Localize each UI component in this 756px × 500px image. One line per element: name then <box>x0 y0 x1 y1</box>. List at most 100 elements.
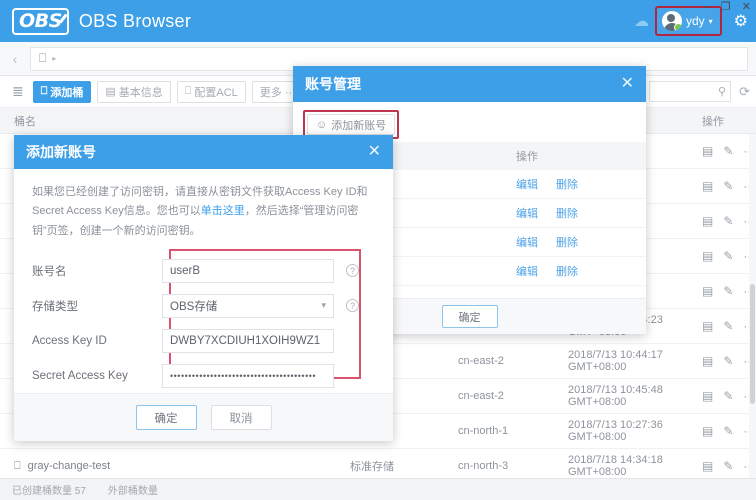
document-icon[interactable]: ▤ <box>702 389 713 403</box>
gear-icon[interactable]: ⚙ <box>734 11 748 31</box>
field-label: 存储类型 <box>32 300 78 313</box>
scrollbar-thumb[interactable] <box>750 284 755 404</box>
close-button[interactable]: ✕ <box>740 1 753 14</box>
account-ok-button[interactable]: 确定 <box>441 305 498 328</box>
document-icon[interactable]: ▤ <box>702 459 713 473</box>
edit-account-link[interactable]: 编辑 <box>516 205 538 221</box>
edit-icon[interactable]: ✎ <box>723 424 733 438</box>
status-bar: 已创建桶数量 57 外部桶数量 <box>0 478 756 500</box>
external-bucket-count: 外部桶数量 <box>107 486 158 497</box>
edit-icon[interactable]: ✎ <box>723 284 733 298</box>
field-value: DWBY7XCDIUH1XOIH9WZ1 <box>170 334 321 347</box>
vertical-scrollbar[interactable] <box>749 134 756 478</box>
edit-account-link[interactable]: 编辑 <box>516 234 538 250</box>
field-input-3[interactable]: •••••••••••••••••••••••••••••••••••••••• <box>162 363 334 388</box>
add-new-account-button[interactable]: ☺ 添加新账号 <box>307 114 396 135</box>
add-account-dialog-title: 添加新账号 <box>26 144 96 160</box>
maximize-button[interactable]: ❐ <box>719 1 733 14</box>
edit-icon[interactable]: ✎ <box>723 214 733 228</box>
edit-icon[interactable]: ✎ <box>723 249 733 263</box>
refresh-icon[interactable]: ⟳ <box>739 84 750 100</box>
add-user-icon: ☺ <box>316 118 328 131</box>
delete-account-link[interactable]: 删除 <box>556 176 578 192</box>
online-badge-icon <box>673 23 682 31</box>
edit-account-link[interactable]: 编辑 <box>516 176 538 192</box>
close-icon[interactable]: ✕ <box>621 76 634 92</box>
list-view-icon[interactable]: ≣ <box>12 83 24 100</box>
close-icon[interactable]: ✕ <box>368 144 381 160</box>
edit-icon[interactable]: ✎ <box>723 319 733 333</box>
field-value: •••••••••••••••••••••••••••••••••••••••• <box>170 370 317 381</box>
form-row: 存储类型 OBS存储? <box>32 290 375 322</box>
created-bucket-count: 已创建桶数量 57 <box>12 486 86 497</box>
document-icon[interactable]: ▤ <box>702 424 713 438</box>
edit-icon[interactable]: ✎ <box>723 389 733 403</box>
add-account-description: 如果您已经创建了访问密钥，请直接从密钥文件获取Access Key ID和Sec… <box>32 183 375 241</box>
form-row: Access Key ID DWBY7XCDIUH1XOIH9WZ1 <box>32 325 375 357</box>
cell-date: 2018/7/18 14:34:18 GMT+08:00 <box>568 454 663 478</box>
edit-icon[interactable]: ✎ <box>723 144 733 158</box>
app-title: OBS Browser <box>78 10 192 31</box>
field-label: Secret Access Key <box>32 369 128 382</box>
cell-storage-type: 标准存储 <box>350 461 394 473</box>
bucket-name-label: gray-change-test <box>27 460 111 472</box>
breadcrumb-separator-icon: ▸ <box>52 54 57 63</box>
cell-region: cn-north-3 <box>458 460 509 472</box>
basic-info-label: 基本信息 <box>118 86 163 99</box>
edit-icon[interactable]: ✎ <box>723 179 733 193</box>
account-dialog-header: 账号管理 ✕ <box>293 66 646 102</box>
confirm-button[interactable]: 确定 <box>135 405 197 430</box>
document-icon[interactable]: ▤ <box>702 214 713 228</box>
create-key-link[interactable]: 单击这里 <box>201 205 245 217</box>
cloud-upload-icon[interactable]: ☁ <box>634 12 649 30</box>
acl-icon: ⎕ <box>184 85 192 97</box>
window-controls: – ❐ ✕ <box>702 1 753 14</box>
delete-account-link[interactable]: 删除 <box>556 234 578 250</box>
avatar <box>661 11 682 31</box>
cell-date: 2018/7/13 10:27:36 GMT+08:00 <box>568 419 663 443</box>
cell-date: 2018/7/13 10:44:17 GMT+08:00 <box>568 349 663 373</box>
field-input-2[interactable]: DWBY7XCDIUH1XOIH9WZ1 <box>162 328 334 353</box>
account-dialog-title: 账号管理 <box>305 76 361 92</box>
add-account-dialog-body: 如果您已经创建了访问密钥，请直接从密钥文件获取Access Key ID和Sec… <box>14 169 393 414</box>
edit-icon[interactable]: ✎ <box>723 459 733 473</box>
help-icon[interactable]: ? <box>346 299 359 313</box>
column-header-ops: 操作 <box>702 115 724 128</box>
cell-region: cn-north-1 <box>458 425 509 437</box>
bucket-icon: ⎕ <box>39 51 47 65</box>
back-arrow-icon[interactable]: ‹ <box>0 51 30 67</box>
field-input-1[interactable]: OBS存储 <box>162 293 334 318</box>
cell-region: cn-east-2 <box>458 390 504 402</box>
app-logo: OBS OBS Browser <box>12 7 192 35</box>
document-icon[interactable]: ▤ <box>702 144 713 158</box>
basic-info-button[interactable]: ▤ 基本信息 <box>97 80 171 103</box>
help-icon[interactable]: ? <box>346 264 359 278</box>
delete-account-link[interactable]: 删除 <box>556 263 578 279</box>
info-icon: ▤ <box>105 86 116 98</box>
search-input[interactable]: ⚲ <box>649 81 732 102</box>
document-icon[interactable]: ▤ <box>702 179 713 193</box>
obs-logo-mark: OBS <box>12 7 69 35</box>
edit-account-link[interactable]: 编辑 <box>516 263 538 279</box>
config-acl-button[interactable]: ⎕ 配置ACL <box>176 80 246 103</box>
form-row: 账号名 userB? <box>32 255 375 287</box>
cell-bucket-name: ⎕ gray-change-test <box>0 460 350 473</box>
delete-account-link[interactable]: 删除 <box>556 205 578 221</box>
config-acl-label: 配置ACL <box>194 86 238 99</box>
chevron-down-icon: ▾ <box>708 16 713 26</box>
field-input-0[interactable]: userB <box>162 258 334 283</box>
field-value: userB <box>170 264 201 277</box>
cancel-button[interactable]: 取消 <box>210 405 272 430</box>
user-name-label: ydy <box>685 14 705 28</box>
add-bucket-button[interactable]: ⎕ 添加桶 <box>32 80 92 103</box>
edit-icon[interactable]: ✎ <box>723 354 733 368</box>
add-bucket-label: 添加桶 <box>50 86 84 99</box>
document-icon[interactable]: ▤ <box>702 284 713 298</box>
add-new-account-label: 添加新账号 <box>331 119 387 132</box>
search-icon[interactable]: ⚲ <box>718 85 726 98</box>
field-label: 账号名 <box>32 265 67 278</box>
document-icon[interactable]: ▤ <box>702 354 713 368</box>
document-icon[interactable]: ▤ <box>702 319 713 333</box>
document-icon[interactable]: ▤ <box>702 249 713 263</box>
minimize-button[interactable]: – <box>702 1 712 14</box>
